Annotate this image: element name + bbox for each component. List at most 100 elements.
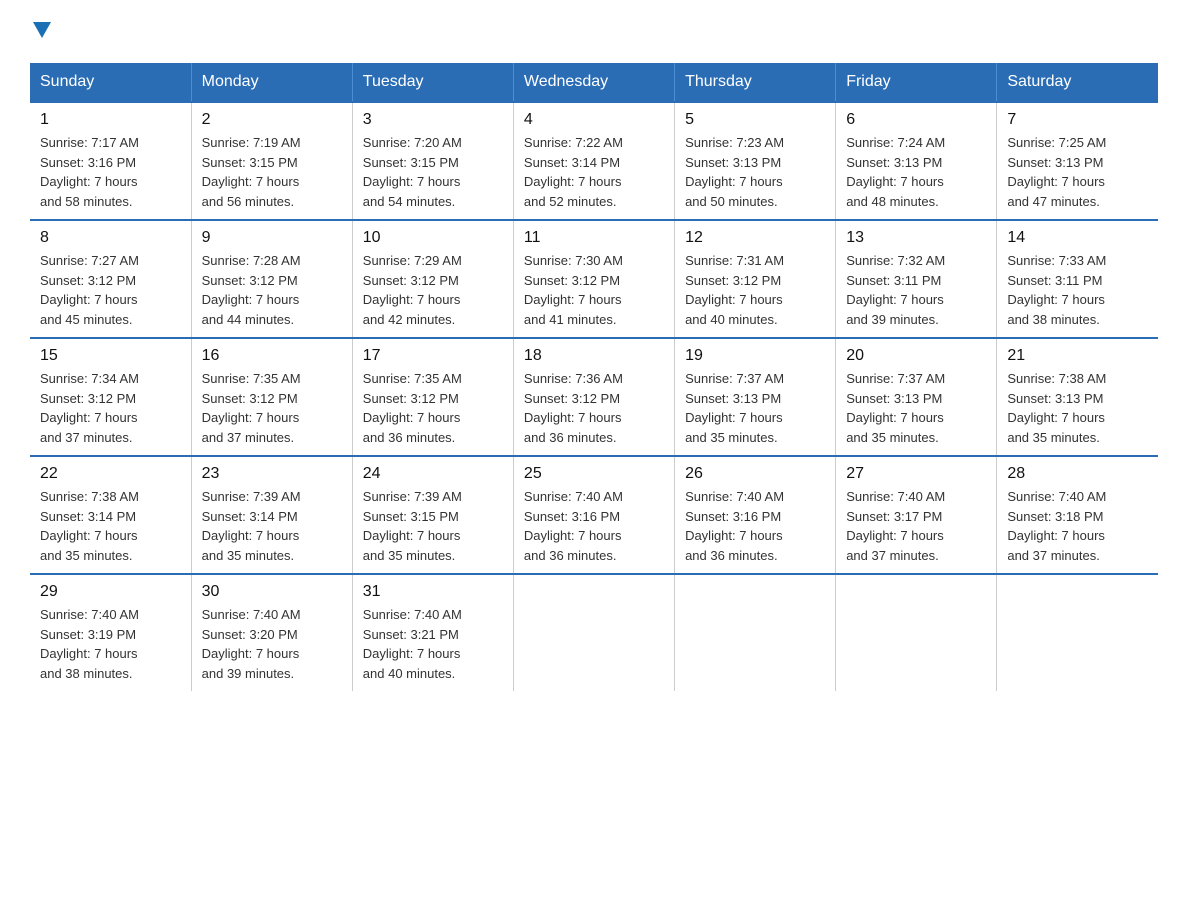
day-cell-19: 19 Sunrise: 7:37 AM Sunset: 3:13 PM Dayl…	[675, 338, 836, 456]
header-monday: Monday	[191, 63, 352, 102]
day-cell-18: 18 Sunrise: 7:36 AM Sunset: 3:12 PM Dayl…	[513, 338, 674, 456]
day-number: 6	[846, 111, 986, 129]
day-cell-11: 11 Sunrise: 7:30 AM Sunset: 3:12 PM Dayl…	[513, 220, 674, 338]
week-row-5: 29 Sunrise: 7:40 AM Sunset: 3:19 PM Dayl…	[30, 574, 1158, 691]
day-number: 16	[202, 347, 342, 365]
day-number: 17	[363, 347, 503, 365]
day-info: Sunrise: 7:40 AM Sunset: 3:20 PM Dayligh…	[202, 605, 342, 683]
day-number: 1	[40, 111, 181, 129]
day-number: 25	[524, 465, 664, 483]
day-cell-13: 13 Sunrise: 7:32 AM Sunset: 3:11 PM Dayl…	[836, 220, 997, 338]
day-cell-27: 27 Sunrise: 7:40 AM Sunset: 3:17 PM Dayl…	[836, 456, 997, 574]
day-info: Sunrise: 7:40 AM Sunset: 3:16 PM Dayligh…	[524, 487, 664, 565]
day-cell-14: 14 Sunrise: 7:33 AM Sunset: 3:11 PM Dayl…	[997, 220, 1158, 338]
day-info: Sunrise: 7:40 AM Sunset: 3:17 PM Dayligh…	[846, 487, 986, 565]
day-number: 15	[40, 347, 181, 365]
day-number: 9	[202, 229, 342, 247]
day-cell-1: 1 Sunrise: 7:17 AM Sunset: 3:16 PM Dayli…	[30, 102, 191, 220]
empty-cell-4-3	[513, 574, 674, 691]
header-wednesday: Wednesday	[513, 63, 674, 102]
day-cell-28: 28 Sunrise: 7:40 AM Sunset: 3:18 PM Dayl…	[997, 456, 1158, 574]
day-cell-31: 31 Sunrise: 7:40 AM Sunset: 3:21 PM Dayl…	[352, 574, 513, 691]
day-cell-17: 17 Sunrise: 7:35 AM Sunset: 3:12 PM Dayl…	[352, 338, 513, 456]
day-number: 29	[40, 583, 181, 601]
week-row-3: 15 Sunrise: 7:34 AM Sunset: 3:12 PM Dayl…	[30, 338, 1158, 456]
day-info: Sunrise: 7:27 AM Sunset: 3:12 PM Dayligh…	[40, 251, 181, 329]
day-number: 23	[202, 465, 342, 483]
day-number: 3	[363, 111, 503, 129]
day-cell-30: 30 Sunrise: 7:40 AM Sunset: 3:20 PM Dayl…	[191, 574, 352, 691]
day-info: Sunrise: 7:17 AM Sunset: 3:16 PM Dayligh…	[40, 133, 181, 211]
day-cell-12: 12 Sunrise: 7:31 AM Sunset: 3:12 PM Dayl…	[675, 220, 836, 338]
header-thursday: Thursday	[675, 63, 836, 102]
day-number: 20	[846, 347, 986, 365]
day-number: 5	[685, 111, 825, 129]
day-cell-20: 20 Sunrise: 7:37 AM Sunset: 3:13 PM Dayl…	[836, 338, 997, 456]
day-info: Sunrise: 7:35 AM Sunset: 3:12 PM Dayligh…	[202, 369, 342, 447]
day-number: 27	[846, 465, 986, 483]
day-number: 2	[202, 111, 342, 129]
day-number: 18	[524, 347, 664, 365]
header-sunday: Sunday	[30, 63, 191, 102]
day-number: 21	[1007, 347, 1148, 365]
calendar-table: SundayMondayTuesdayWednesdayThursdayFrid…	[30, 63, 1158, 691]
day-info: Sunrise: 7:22 AM Sunset: 3:14 PM Dayligh…	[524, 133, 664, 211]
day-info: Sunrise: 7:37 AM Sunset: 3:13 PM Dayligh…	[846, 369, 986, 447]
day-number: 14	[1007, 229, 1148, 247]
day-cell-5: 5 Sunrise: 7:23 AM Sunset: 3:13 PM Dayli…	[675, 102, 836, 220]
day-info: Sunrise: 7:28 AM Sunset: 3:12 PM Dayligh…	[202, 251, 342, 329]
day-number: 24	[363, 465, 503, 483]
day-cell-6: 6 Sunrise: 7:24 AM Sunset: 3:13 PM Dayli…	[836, 102, 997, 220]
day-info: Sunrise: 7:37 AM Sunset: 3:13 PM Dayligh…	[685, 369, 825, 447]
day-cell-26: 26 Sunrise: 7:40 AM Sunset: 3:16 PM Dayl…	[675, 456, 836, 574]
day-info: Sunrise: 7:20 AM Sunset: 3:15 PM Dayligh…	[363, 133, 503, 211]
day-info: Sunrise: 7:25 AM Sunset: 3:13 PM Dayligh…	[1007, 133, 1148, 211]
day-info: Sunrise: 7:40 AM Sunset: 3:21 PM Dayligh…	[363, 605, 503, 683]
header-tuesday: Tuesday	[352, 63, 513, 102]
day-number: 8	[40, 229, 181, 247]
day-number: 12	[685, 229, 825, 247]
day-cell-3: 3 Sunrise: 7:20 AM Sunset: 3:15 PM Dayli…	[352, 102, 513, 220]
day-cell-7: 7 Sunrise: 7:25 AM Sunset: 3:13 PM Dayli…	[997, 102, 1158, 220]
day-number: 31	[363, 583, 503, 601]
day-number: 7	[1007, 111, 1148, 129]
day-number: 28	[1007, 465, 1148, 483]
day-info: Sunrise: 7:29 AM Sunset: 3:12 PM Dayligh…	[363, 251, 503, 329]
day-number: 11	[524, 229, 664, 247]
day-info: Sunrise: 7:40 AM Sunset: 3:18 PM Dayligh…	[1007, 487, 1148, 565]
empty-cell-4-4	[675, 574, 836, 691]
day-info: Sunrise: 7:35 AM Sunset: 3:12 PM Dayligh…	[363, 369, 503, 447]
empty-cell-4-6	[997, 574, 1158, 691]
day-number: 26	[685, 465, 825, 483]
day-info: Sunrise: 7:19 AM Sunset: 3:15 PM Dayligh…	[202, 133, 342, 211]
day-info: Sunrise: 7:30 AM Sunset: 3:12 PM Dayligh…	[524, 251, 664, 329]
day-info: Sunrise: 7:32 AM Sunset: 3:11 PM Dayligh…	[846, 251, 986, 329]
day-cell-24: 24 Sunrise: 7:39 AM Sunset: 3:15 PM Dayl…	[352, 456, 513, 574]
day-number: 30	[202, 583, 342, 601]
day-cell-2: 2 Sunrise: 7:19 AM Sunset: 3:15 PM Dayli…	[191, 102, 352, 220]
week-row-2: 8 Sunrise: 7:27 AM Sunset: 3:12 PM Dayli…	[30, 220, 1158, 338]
day-cell-16: 16 Sunrise: 7:35 AM Sunset: 3:12 PM Dayl…	[191, 338, 352, 456]
day-cell-8: 8 Sunrise: 7:27 AM Sunset: 3:12 PM Dayli…	[30, 220, 191, 338]
day-info: Sunrise: 7:38 AM Sunset: 3:13 PM Dayligh…	[1007, 369, 1148, 447]
day-info: Sunrise: 7:23 AM Sunset: 3:13 PM Dayligh…	[685, 133, 825, 211]
day-cell-10: 10 Sunrise: 7:29 AM Sunset: 3:12 PM Dayl…	[352, 220, 513, 338]
day-info: Sunrise: 7:39 AM Sunset: 3:14 PM Dayligh…	[202, 487, 342, 565]
day-number: 13	[846, 229, 986, 247]
day-info: Sunrise: 7:39 AM Sunset: 3:15 PM Dayligh…	[363, 487, 503, 565]
day-info: Sunrise: 7:36 AM Sunset: 3:12 PM Dayligh…	[524, 369, 664, 447]
day-cell-4: 4 Sunrise: 7:22 AM Sunset: 3:14 PM Dayli…	[513, 102, 674, 220]
logo	[30, 20, 51, 43]
week-row-4: 22 Sunrise: 7:38 AM Sunset: 3:14 PM Dayl…	[30, 456, 1158, 574]
page-header	[30, 20, 1158, 43]
day-info: Sunrise: 7:40 AM Sunset: 3:16 PM Dayligh…	[685, 487, 825, 565]
day-info: Sunrise: 7:33 AM Sunset: 3:11 PM Dayligh…	[1007, 251, 1148, 329]
day-cell-22: 22 Sunrise: 7:38 AM Sunset: 3:14 PM Dayl…	[30, 456, 191, 574]
day-info: Sunrise: 7:31 AM Sunset: 3:12 PM Dayligh…	[685, 251, 825, 329]
day-info: Sunrise: 7:40 AM Sunset: 3:19 PM Dayligh…	[40, 605, 181, 683]
day-cell-9: 9 Sunrise: 7:28 AM Sunset: 3:12 PM Dayli…	[191, 220, 352, 338]
day-cell-23: 23 Sunrise: 7:39 AM Sunset: 3:14 PM Dayl…	[191, 456, 352, 574]
day-number: 4	[524, 111, 664, 129]
logo-triangle-icon	[33, 22, 51, 43]
header-saturday: Saturday	[997, 63, 1158, 102]
